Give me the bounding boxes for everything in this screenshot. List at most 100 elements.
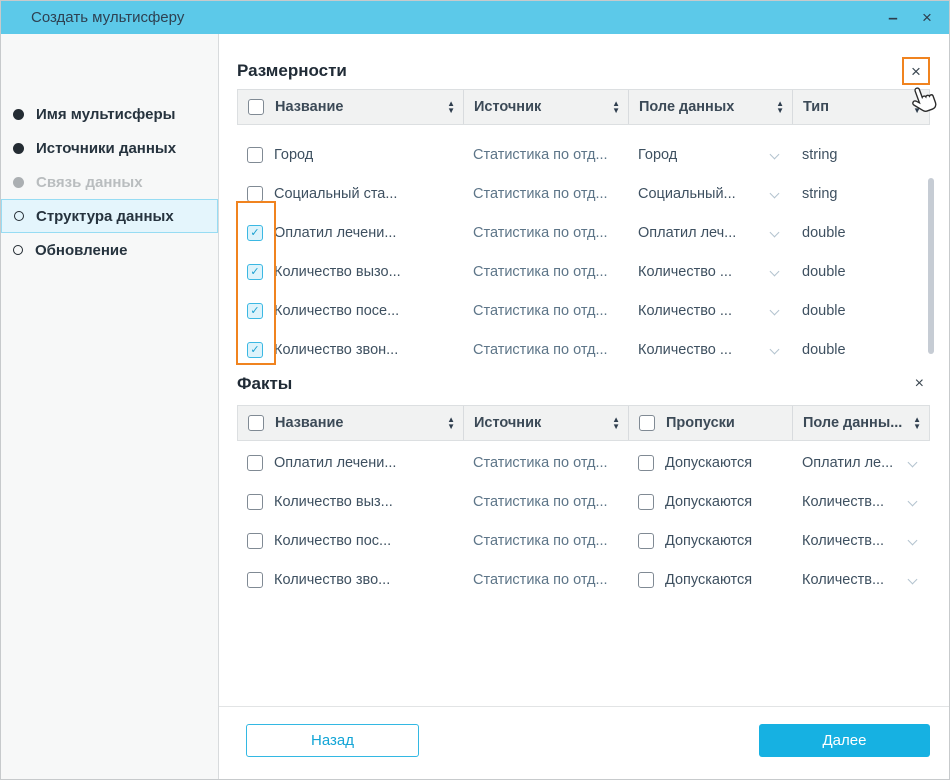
column-header-source[interactable]: Источник — [474, 99, 541, 115]
chevron-down-icon[interactable] — [769, 188, 780, 199]
dimension-row: Город Статистика по отд... Город string — [237, 135, 930, 174]
dimensions-close-highlight: × — [902, 57, 930, 85]
sort-icon[interactable]: ▲ ▼ — [776, 100, 784, 115]
fact-gaps-label: Допускаются — [665, 571, 753, 588]
step-status-icon — [13, 108, 24, 120]
sort-icon[interactable]: ▲ ▼ — [612, 100, 620, 115]
chevron-down-icon[interactable] — [769, 227, 780, 238]
chevron-down-icon[interactable] — [907, 496, 918, 507]
facts-table-header: Название ▲ ▼ Источник ▲ ▼ Пропуски Поле да… — [237, 405, 930, 441]
gaps-checkbox[interactable] — [638, 454, 654, 471]
step-label: Имя мультисферы — [36, 105, 176, 123]
column-header-gaps[interactable]: Пропуски — [666, 415, 735, 431]
gaps-checkbox[interactable] — [638, 571, 654, 588]
sort-icon[interactable]: ▲ ▼ — [913, 416, 921, 431]
sidebar-step-done[interactable]: Имя мультисферы — [1, 97, 218, 131]
dimension-source: Статистика по отд... — [473, 146, 608, 163]
column-header-source[interactable]: Источник — [474, 415, 541, 431]
facts-section-header: Факты × — [237, 369, 930, 399]
fact-field[interactable]: Количеств... — [802, 572, 884, 588]
dimension-type: double — [802, 302, 846, 319]
chevron-down-icon[interactable] — [907, 457, 918, 468]
row-checkbox[interactable] — [247, 302, 263, 319]
create-multisphere-dialog: Создать мультисферу – × Имя мультисферы … — [0, 0, 950, 780]
row-checkbox[interactable] — [247, 571, 263, 588]
fact-field[interactable]: Количеств... — [802, 533, 884, 549]
column-header-field[interactable]: Поле данны... — [803, 415, 902, 431]
dimension-type: double — [802, 224, 846, 241]
chevron-down-icon[interactable] — [769, 149, 780, 160]
dimension-type: string — [802, 146, 838, 163]
fact-row: Количество пос... Статистика по отд... Д… — [237, 521, 930, 560]
row-checkbox[interactable] — [247, 493, 263, 510]
sidebar-step-disabled[interactable]: Связь данных — [1, 165, 218, 199]
sort-icon[interactable]: ▲ ▼ — [612, 416, 620, 431]
sort-icon[interactable]: ▲ ▼ — [913, 100, 921, 115]
chevron-down-icon[interactable] — [907, 574, 918, 585]
dimension-field[interactable]: Оплатил леч... — [638, 225, 736, 241]
row-checkbox[interactable] — [247, 263, 263, 280]
fact-field[interactable]: Оплатил ле... — [802, 455, 893, 471]
window-close-icon[interactable]: × — [917, 9, 937, 26]
step-status-icon — [14, 211, 24, 221]
dimension-row: Оплатил лечени... Статистика по отд... О… — [237, 213, 930, 252]
column-header-name[interactable]: Название — [275, 99, 343, 115]
dimension-field[interactable]: Количество ... — [638, 342, 732, 358]
fact-name: Количество выз... — [274, 493, 393, 510]
chevron-down-icon[interactable] — [769, 305, 780, 316]
chevron-down-icon[interactable] — [769, 344, 780, 355]
dimension-row: Социальный ста... Статистика по отд... С… — [237, 174, 930, 213]
sidebar-step-done[interactable]: Источники данных — [1, 131, 218, 165]
sort-icon[interactable]: ▲ ▼ — [447, 416, 455, 431]
facts-title: Факты — [237, 374, 293, 393]
dimension-type: double — [802, 263, 846, 280]
column-header-name[interactable]: Название — [275, 415, 343, 431]
dimensions-table-rows: Город Статистика по отд... Город string … — [236, 125, 934, 369]
fact-gaps-label: Допускаются — [665, 454, 753, 471]
dimensions-close-icon[interactable]: × — [911, 63, 921, 80]
dimension-source: Статистика по отд... — [473, 185, 608, 202]
chevron-down-icon[interactable] — [907, 535, 918, 546]
sidebar-step-active[interactable]: Структура данных — [1, 199, 218, 233]
step-status-icon — [13, 245, 23, 255]
row-checkbox[interactable] — [247, 146, 263, 163]
step-label: Связь данных — [36, 173, 143, 191]
facts-gaps-all-checkbox[interactable] — [639, 415, 655, 431]
back-button[interactable]: Назад — [246, 723, 419, 757]
dimension-row: Количество посе... Статистика по отд... … — [237, 291, 930, 330]
dimension-field[interactable]: Количество ... — [638, 264, 732, 280]
dimension-row: Количество вызо... Статистика по отд... … — [237, 252, 930, 291]
dimension-field[interactable]: Город — [638, 147, 677, 163]
fact-name: Оплатил лечени... — [274, 454, 397, 471]
chevron-down-icon[interactable] — [769, 266, 780, 277]
minimize-icon[interactable]: – — [883, 9, 903, 26]
dimension-field[interactable]: Социальный... — [638, 186, 736, 202]
dimension-source: Статистика по отд... — [473, 224, 608, 241]
fact-source: Статистика по отд... — [473, 532, 608, 549]
facts-table-rows: Оплатил лечени... Статистика по отд... Д… — [237, 441, 930, 599]
facts-select-all-checkbox[interactable] — [248, 415, 264, 431]
sort-icon[interactable]: ▲ ▼ — [447, 100, 455, 115]
dimension-type: string — [802, 185, 838, 202]
sidebar-step-pending[interactable]: Обновление — [1, 233, 218, 267]
dimension-name: Оплатил лечени... — [274, 224, 397, 241]
fact-field[interactable]: Количеств... — [802, 494, 884, 510]
row-checkbox[interactable] — [247, 341, 263, 358]
dimensions-title: Размерности — [237, 61, 347, 80]
dimensions-section-header: Размерности × — [237, 56, 930, 86]
row-checkbox[interactable] — [247, 454, 263, 471]
column-header-type[interactable]: Тип — [803, 99, 829, 115]
wizard-steps-sidebar: Имя мультисферы Источники данных Связь д… — [1, 34, 219, 779]
vertical-scrollbar[interactable] — [928, 178, 934, 354]
row-checkbox[interactable] — [247, 185, 263, 202]
row-checkbox[interactable] — [247, 532, 263, 549]
next-button[interactable]: Далее — [759, 723, 930, 757]
row-checkbox[interactable] — [247, 224, 263, 241]
dimensions-select-all-checkbox[interactable] — [248, 99, 264, 115]
title-bar: Создать мультисферу – × — [1, 1, 949, 34]
facts-close-icon[interactable]: × — [915, 376, 924, 392]
column-header-field[interactable]: Поле данных — [639, 99, 734, 115]
gaps-checkbox[interactable] — [638, 532, 654, 549]
gaps-checkbox[interactable] — [638, 493, 654, 510]
dimension-field[interactable]: Количество ... — [638, 303, 732, 319]
